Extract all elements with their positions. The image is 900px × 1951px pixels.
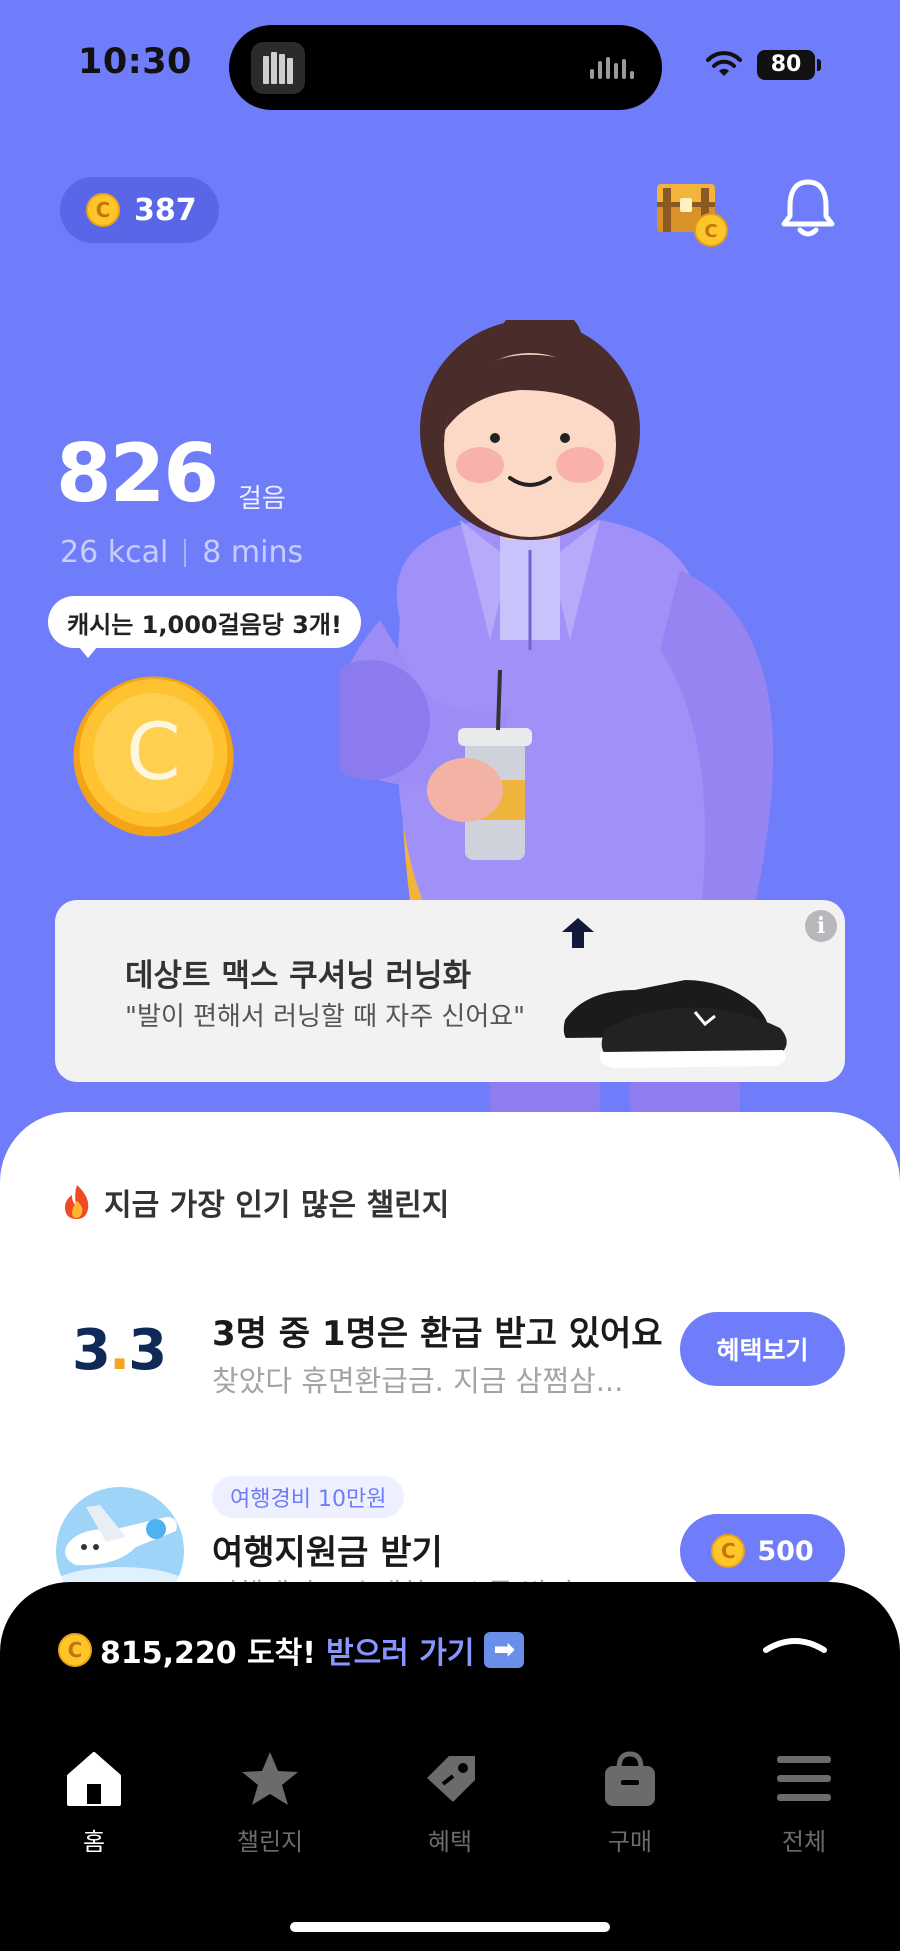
tab-label: 혜택 [427,1828,473,1856]
ad-banner[interactable]: 데상트 맥스 쿠셔닝 러닝화 "발이 편해서 러닝할 때 자주 신어요" i [55,900,845,1082]
brand-logo-icon [562,918,594,948]
tab-purchase[interactable]: 구매 [560,1750,700,1857]
step-stats: 26 kcal 8 mins [60,535,303,570]
info-icon[interactable]: i [805,910,837,942]
reward-button[interactable]: C 500 [680,1514,845,1588]
battery-indicator: 80 [757,50,821,80]
chevron-up-icon[interactable] [762,1632,828,1656]
collect-coin-button[interactable]: C [72,675,235,838]
bell-icon[interactable] [778,176,838,242]
tab-label: 전체 [781,1828,827,1856]
home-icon [67,1752,121,1806]
step-unit: 걸음 [238,484,286,514]
arrow-right-icon: ➡ [484,1632,525,1668]
running-shoe-image [562,980,787,1068]
tab-label: 홈 [82,1828,106,1856]
home-indicator[interactable] [290,1922,610,1932]
minutes-value: 8 mins [202,535,304,570]
reward-amount: 500 [757,1535,814,1567]
bottom-panel: C 815,220 도착! 받으러 가기 ➡ 홈 챌린지 혜택 구매 전체 [0,1582,900,1951]
ad-subtitle: "발이 편해서 러닝할 때 자주 신어요" [125,1002,526,1032]
section-title: 지금 가장 인기 많은 챌린지 [60,1180,449,1224]
star-icon [242,1752,298,1805]
tab-benefit[interactable]: 혜택 [380,1750,520,1857]
reward-info-bubble: 캐시는 1,000걸음당 3개! [48,596,361,658]
promo-line[interactable]: C 815,220 도착! 받으러 가기 ➡ [58,1628,525,1672]
logo-dot: . [108,1318,130,1383]
partner-logo: 3.3 [72,1318,167,1383]
svg-text:C: C [126,708,180,798]
challenge-title[interactable]: 여행지원금 받기 [212,1525,443,1574]
tab-home[interactable]: 홈 [24,1750,164,1857]
view-benefit-button[interactable]: 혜택보기 [680,1312,845,1386]
promo-amount: 815,220 도착! [100,1636,316,1671]
status-time: 10:30 [78,42,192,82]
challenge-title[interactable]: 3명 중 1명은 환급 받고 있어요 [212,1306,663,1355]
divider [184,538,187,567]
audio-wave-icon [590,57,638,79]
promo-link[interactable]: 받으러 가기 [326,1628,474,1672]
treasure-chest-icon[interactable]: C [655,178,729,248]
tab-all[interactable]: 전체 [734,1750,874,1857]
menu-icon [777,1756,831,1801]
dynamic-island [229,25,662,110]
coin-icon: C [711,1534,746,1568]
coin-icon: C [86,193,120,227]
svg-text:C: C [704,221,717,242]
step-count: 826 [56,427,219,520]
coin-balance-pill[interactable]: C 387 [60,177,219,243]
app-icon [251,42,305,94]
tag-icon [427,1756,475,1802]
coin-balance-value: 387 [134,192,197,228]
coin-icon: C [58,1633,92,1667]
tab-label: 챌린지 [236,1828,304,1856]
section-title-text: 지금 가장 인기 많은 챌린지 [104,1188,450,1223]
tab-challenge[interactable]: 챌린지 [200,1750,340,1857]
bag-icon [605,1751,655,1806]
challenge-badge: 여행경비 10만원 [212,1476,405,1518]
ad-title: 데상트 맥스 쿠셔닝 러닝화 [125,958,472,994]
challenge-subtitle: 찾았다 휴면환급금. 지금 삼쩜삼... [212,1364,624,1398]
tab-bar: 홈 챌린지 혜택 구매 전체 [0,1750,900,1870]
kcal-value: 26 kcal [60,535,169,570]
fire-icon [64,1185,89,1219]
wifi-icon [706,51,742,76]
tab-label: 구매 [607,1828,653,1856]
